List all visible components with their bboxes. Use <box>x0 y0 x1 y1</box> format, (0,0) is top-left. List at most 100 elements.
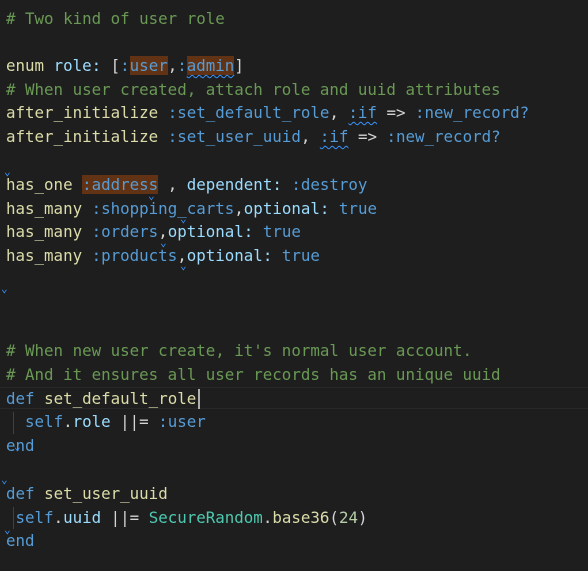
problem-marker-icon: ⌄ <box>160 236 167 249</box>
code-token: , <box>329 103 349 122</box>
code-token: [ <box>101 56 121 75</box>
code-token: => <box>357 127 377 146</box>
problem-marker-icon: ⌄ <box>148 189 155 202</box>
code-token: :new_record? <box>386 127 501 146</box>
code-token: dependent: <box>186 175 282 194</box>
code-token: enum <box>6 56 45 75</box>
code-token: has_many <box>6 199 83 218</box>
code-token: SecureRandom <box>148 508 263 527</box>
code-token: # Two kind of user role <box>6 9 225 28</box>
code-token: # When new user create, it's normal user… <box>6 341 473 360</box>
code-token: 24 <box>338 508 358 527</box>
code-token: uuid <box>63 508 102 527</box>
code-token: :address <box>82 175 159 194</box>
code-token: :shopping_carts <box>91 199 235 218</box>
code-token: ] <box>234 56 244 75</box>
code-line[interactable]: has_many :orders,optional: true <box>6 220 301 244</box>
code-token: after_initialize <box>6 127 159 146</box>
code-token: ) <box>357 508 368 527</box>
problem-marker-icon: ⌄ <box>14 440 21 453</box>
code-token: admin <box>186 56 235 75</box>
code-token: true <box>262 222 301 241</box>
code-token: role <box>72 412 111 431</box>
code-token: : <box>177 56 187 75</box>
code-token: . <box>63 412 73 431</box>
code-token: . <box>262 508 273 527</box>
code-token: :new_record? <box>415 103 530 122</box>
code-token: , <box>234 199 244 218</box>
code-line[interactable]: after_initialize :set_default_role, :if … <box>6 101 529 125</box>
problem-marker-icon: ⌄ <box>180 212 187 225</box>
code-token: , <box>300 127 320 146</box>
code-token: :set_default_role <box>167 103 330 122</box>
code-token: has_one <box>6 175 73 194</box>
code-token: . <box>53 508 64 527</box>
code-token: optional: <box>243 199 330 218</box>
code-token: def <box>6 389 35 408</box>
indent-guide <box>13 412 14 434</box>
code-line[interactable]: def set_default_role <box>6 387 196 411</box>
code-token: :if <box>348 103 377 122</box>
code-token: : <box>120 56 130 75</box>
code-token: true <box>338 199 377 218</box>
code-line[interactable]: has_many :shopping_carts,optional: true <box>6 197 377 221</box>
problem-marker-icon: ⌄ <box>1 473 8 486</box>
code-token: ||= <box>110 412 159 431</box>
problem-marker-icon: ⌄ <box>4 523 11 536</box>
code-token: , <box>158 175 187 194</box>
code-editor[interactable]: # Two kind of user role enum role: [:user… <box>0 0 588 571</box>
problem-marker-icon: ⌄ <box>180 259 187 272</box>
code-token: :orders <box>91 222 159 241</box>
code-token: has_many <box>6 222 83 241</box>
code-token: optional: <box>186 246 273 265</box>
code-token: :set_user_uuid <box>167 127 301 146</box>
code-line[interactable]: enum role: [:user,:admin] <box>6 54 244 78</box>
code-token: # When user created, attach role and uui… <box>6 80 501 99</box>
code-token: set_user_uuid <box>44 484 168 503</box>
code-line[interactable]: after_initialize :set_user_uuid, :if => … <box>6 125 501 149</box>
code-token: true <box>281 246 320 265</box>
code-token: def <box>6 484 35 503</box>
text-cursor <box>198 389 200 409</box>
code-line[interactable]: def set_user_uuid <box>6 482 168 506</box>
code-token: after_initialize <box>6 103 159 122</box>
code-line[interactable]: # When new user create, it's normal user… <box>6 339 472 363</box>
code-line[interactable]: # Two kind of user role <box>6 7 225 31</box>
code-token: set_default_role <box>44 389 197 408</box>
code-token: has_many <box>6 246 83 265</box>
code-token: ( <box>329 508 339 527</box>
code-token: # And it ensures all user records has an… <box>6 365 501 384</box>
code-token: :if <box>319 127 349 146</box>
code-line[interactable]: # And it ensures all user records has an… <box>6 363 501 387</box>
code-token: :user <box>158 412 206 431</box>
problem-marker-icon: ⌄ <box>4 165 11 178</box>
code-token: self <box>25 412 64 431</box>
code-line[interactable]: self.role ||= :user <box>6 410 206 434</box>
code-line[interactable]: has_one :address , dependent: :destroy <box>6 173 367 197</box>
code-line[interactable]: # When user created, attach role and uui… <box>6 78 501 102</box>
code-token: role: <box>53 56 102 75</box>
problem-marker-icon: ⌄ <box>1 282 8 295</box>
indent-guide <box>13 507 14 529</box>
code-token: user <box>129 56 168 75</box>
code-line[interactable]: self.uuid ||= SecureRandom.base36(24) <box>6 506 368 530</box>
code-token: ||= <box>101 508 149 527</box>
code-token: , <box>167 56 178 75</box>
code-token: self <box>15 508 54 527</box>
code-token: base36 <box>272 508 330 527</box>
